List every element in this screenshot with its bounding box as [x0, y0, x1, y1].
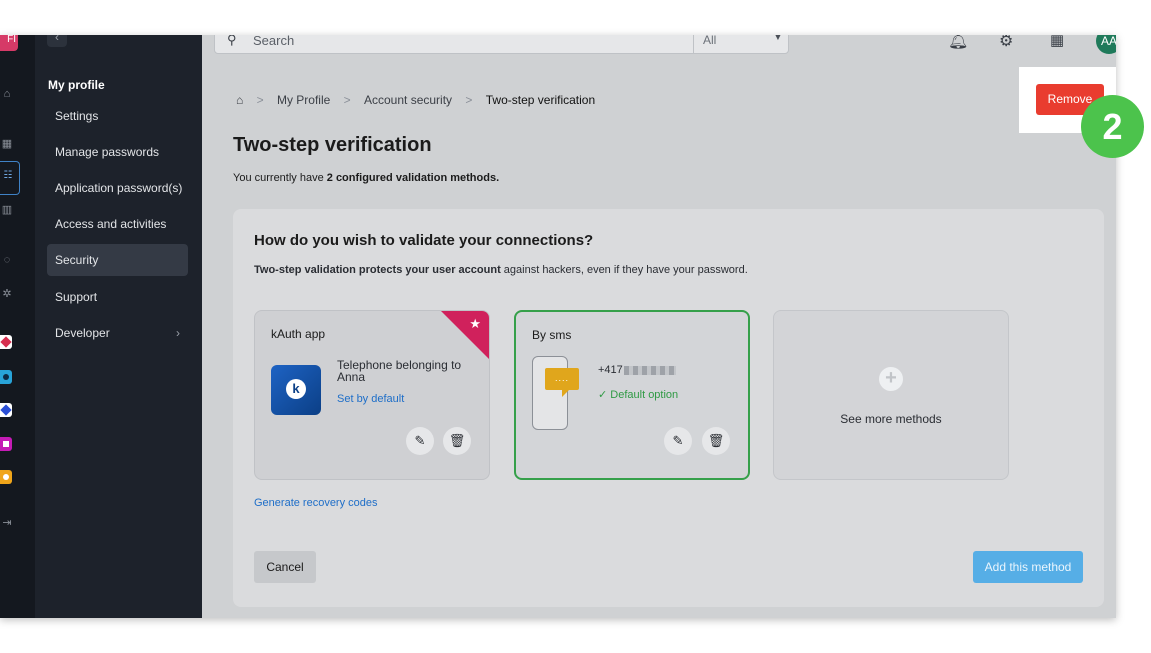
delete-button[interactable]: 🗑︎ [443, 427, 471, 455]
panel-description-bold: Two-step validation protects your user a… [254, 264, 501, 276]
breadcrumb-separator: > [256, 92, 264, 107]
pencil-icon: ✎ [672, 433, 684, 448]
sidebar-item-label: Settings [55, 109, 99, 123]
generate-recovery-codes-link[interactable]: Generate recovery codes [254, 497, 378, 509]
cancel-button[interactable]: Cancel [254, 551, 316, 583]
search-input[interactable]: Search [253, 35, 294, 48]
breadcrumb: ⌂ > My Profile > Account security > Two-… [236, 92, 595, 107]
home-icon[interactable]: ⌂ [236, 93, 243, 107]
sms-bubble-icon: .... [545, 368, 579, 390]
breadcrumb-item-my-profile[interactable]: My Profile [277, 93, 330, 107]
star-icon: ★ [469, 316, 481, 331]
page-title: Two-step verification [233, 134, 432, 156]
panel-heading: How do you wish to validate your connect… [254, 232, 594, 249]
method-card-kauth[interactable]: ★ kAuth app k Telephone belonging to Ann… [254, 310, 490, 480]
masked-digits [623, 365, 676, 375]
edit-button[interactable]: ✎ [406, 427, 434, 455]
app-shortcut-icon[interactable] [0, 335, 12, 349]
breadcrumb-item-account-security[interactable]: Account security [364, 93, 452, 107]
phone-number: +417 [598, 364, 676, 376]
method-card-sms[interactable]: By sms .... +417 ✓ Default option ✎ 🗑︎ [514, 310, 750, 480]
default-option-label: Default option [610, 389, 679, 401]
kauth-logo-letter: k [286, 379, 306, 399]
sidebar-item-developer[interactable]: Developer › [47, 317, 188, 349]
pencil-icon: ✎ [414, 433, 426, 448]
breadcrumb-separator: > [343, 92, 351, 107]
method-card-more[interactable]: + See more methods [773, 310, 1009, 480]
search-scope-select[interactable]: All [703, 35, 716, 47]
validation-panel: How do you wish to validate your connect… [233, 209, 1104, 607]
step-number-badge: 2 [1081, 95, 1144, 158]
sidebar-item-label: Security [55, 253, 99, 267]
sidebar-group-title: My profile [48, 78, 105, 92]
sidebar-item-label: Access and activities [55, 217, 167, 231]
app-shortcut-icon[interactable] [0, 470, 12, 484]
gear-icon[interactable]: ⚙ [999, 35, 1013, 51]
calendar-icon[interactable]: ▦ [0, 137, 14, 151]
sidebar-item-label: Manage passwords [55, 145, 160, 159]
top-bar: ⚲ Search All ▼ 🔔︎ ⚙ ▦ AA [202, 35, 1116, 65]
card-title: kAuth app [271, 327, 326, 341]
edit-button[interactable]: ✎ [664, 427, 692, 455]
search-icon: ⚲ [227, 35, 237, 47]
sidebar-item-manage-passwords[interactable]: Manage passwords [47, 136, 188, 168]
trash-icon: 🗑︎ [448, 433, 466, 448]
search-divider [693, 35, 694, 54]
breadcrumb-item-current: Two-step verification [485, 92, 596, 107]
bell-icon[interactable]: 🔔︎ [948, 35, 968, 51]
default-ribbon [441, 311, 489, 359]
collapse-sidebar-button[interactable]: ‹ [47, 35, 67, 47]
sidebar-item-application-passwords[interactable]: Application password(s) [47, 172, 188, 204]
sidebar: ‹ My profile Settings Manage passwords A… [35, 35, 202, 618]
logout-icon[interactable]: ⇥ [0, 516, 14, 530]
sidebar-item-label: Application password(s) [55, 181, 183, 195]
kauth-logo: k [271, 365, 321, 415]
chevron-left-icon: ‹ [55, 35, 59, 44]
phone-number-prefix: +417 [598, 364, 623, 376]
office-icon[interactable]: ▥ [0, 203, 14, 217]
tools-icon[interactable]: ✲ [0, 287, 14, 301]
sidebar-item-access-activities[interactable]: Access and activities [47, 208, 188, 240]
chevron-right-icon: › [176, 326, 180, 340]
set-default-link[interactable]: Set by default [337, 393, 404, 405]
default-option-status: ✓ Default option [598, 388, 678, 401]
help-icon[interactable]: ◌ [0, 253, 14, 267]
app-rail: FI ⌂ ▦ ☷ ▥ ◌ ✲ ⇥ [0, 35, 35, 618]
plus-icon: + [879, 367, 903, 391]
search-bar: ⚲ Search All ▼ [214, 35, 789, 54]
app-shortcut-icon[interactable] [0, 437, 12, 451]
panel-description-rest: against hackers, even if they have your … [500, 264, 748, 276]
users-icon: ☷ [3, 170, 13, 181]
sidebar-item-label: Support [55, 290, 98, 304]
page-subtitle: You currently have 2 configured validati… [233, 172, 499, 184]
delete-button[interactable]: 🗑︎ [702, 427, 730, 455]
apps-grid-icon[interactable]: ▦ [1050, 35, 1064, 49]
app-logo[interactable]: FI [0, 35, 18, 51]
breadcrumb-separator: > [465, 92, 473, 107]
see-more-methods-label: See more methods [840, 412, 942, 426]
device-name: Telephone belonging to Anna [337, 358, 462, 384]
users-rail-item[interactable]: ☷ [0, 161, 20, 195]
app-shortcut-icon[interactable] [0, 370, 12, 384]
check-icon: ✓ [598, 389, 608, 401]
home-icon[interactable]: ⌂ [0, 87, 14, 101]
subtitle-text: You currently have [233, 172, 327, 184]
trash-icon: 🗑︎ [707, 433, 725, 448]
subtitle-count: 2 configured validation methods. [326, 172, 500, 184]
sms-bubble-tail [562, 389, 570, 397]
sidebar-item-label: Developer [55, 326, 110, 340]
caret-down-icon[interactable]: ▼ [773, 35, 783, 43]
panel-description: Two-step validation protects your user a… [254, 264, 748, 276]
add-method-button[interactable]: Add this method [973, 551, 1083, 583]
card-title: By sms [532, 328, 572, 342]
sidebar-item-settings[interactable]: Settings [47, 100, 188, 132]
app-shortcut-icon[interactable] [0, 403, 12, 417]
avatar[interactable]: AA [1096, 35, 1116, 54]
sidebar-item-support[interactable]: Support [47, 281, 188, 313]
sidebar-item-security[interactable]: Security [47, 244, 188, 276]
